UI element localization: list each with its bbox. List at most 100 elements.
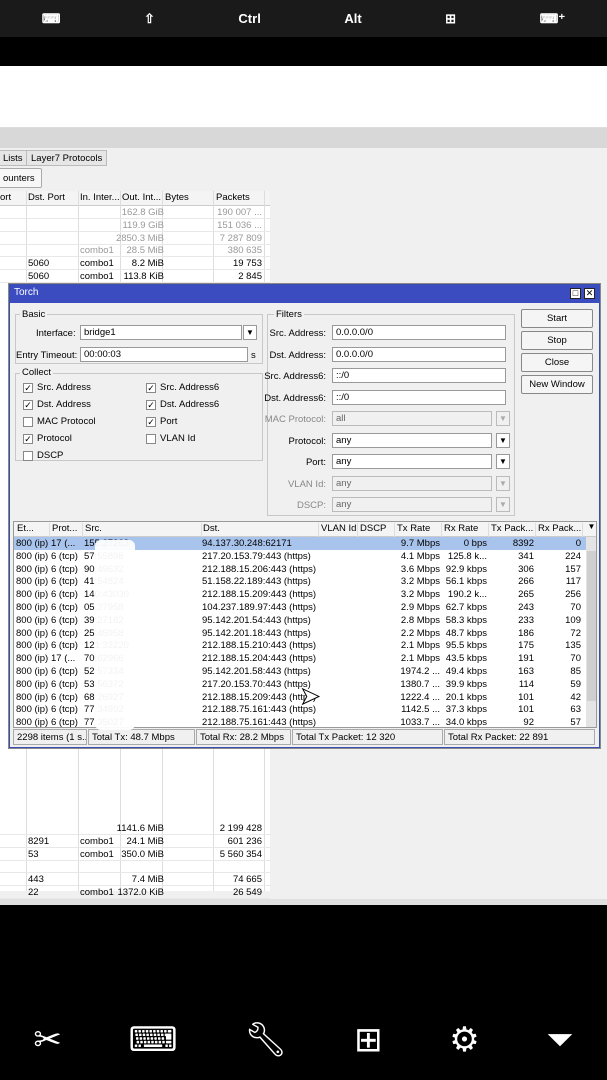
table-row[interactable]: 2850.3 MiB 7 287 809 [0, 232, 270, 245]
col-header-2[interactable]: Src. [84, 523, 202, 537]
cell: 48.7 kbps [445, 627, 487, 639]
keyboard-plus-icon[interactable]: ⌨⁺ [540, 11, 566, 27]
cell-in: combo1 [80, 271, 114, 282]
windows-icon[interactable]: ⊞ [354, 1020, 383, 1060]
col-header[interactable]: Dst. Port [28, 192, 65, 203]
col-header-5[interactable]: DSCP [359, 523, 395, 537]
checkbox-dscp[interactable] [23, 451, 33, 461]
stop-button[interactable]: Stop [521, 331, 593, 350]
cell: 42 [570, 691, 581, 703]
checkbox-protocol[interactable]: ✓ [23, 434, 33, 444]
interface-select[interactable]: bridge1 [80, 325, 242, 340]
cell: 800 (ip) [16, 704, 48, 716]
src6-filter-input[interactable]: ::/0 [332, 368, 506, 383]
cell-dst: 5060 [28, 258, 50, 270]
table-row[interactable] [0, 860, 270, 874]
vertical-scrollbar[interactable] [586, 537, 596, 727]
table-row[interactable]: 5060 combo1 8.2 MiB 19 753 [0, 257, 270, 271]
windows-icon[interactable]: ⊞ [445, 11, 456, 27]
checkbox-port[interactable]: ✓ [146, 417, 156, 427]
col-header-4[interactable]: VLAN Id [320, 523, 358, 537]
reset-counters-button[interactable]: ounters [0, 168, 42, 188]
table-row[interactable]: 1141.6 MiB 2 199 428 [0, 822, 270, 835]
keyboard-icon[interactable]: ⌨ [129, 1020, 178, 1060]
cell-bytes: 24.1 MiB [126, 835, 165, 847]
col-header-3[interactable]: Dst. [202, 523, 319, 537]
cell-bytes: 2850.3 MiB [115, 232, 164, 244]
alt-key[interactable]: Alt [344, 11, 361, 26]
col-header[interactable]: Bytes [165, 192, 189, 203]
cell: 256 [565, 589, 581, 601]
dropdown-arrow-icon[interactable]: ▼ [496, 432, 510, 448]
table-row[interactable]: 119.9 GiB 151 036 ... [0, 219, 270, 232]
tools-lock-icon[interactable]: ✂ [33, 1020, 62, 1060]
dropdown-arrow-icon[interactable]: ▼ [496, 454, 510, 469]
dscp-filter-input[interactable]: any [332, 497, 492, 512]
tab-lists[interactable]: Lists [0, 150, 28, 166]
dropdown-icon[interactable]: ⏷ [546, 1021, 573, 1060]
mac-filter-input[interactable]: all [332, 411, 492, 426]
shift-icon[interactable]: ⇧ [144, 11, 155, 27]
table-row[interactable]: combo1 28.5 MiB 380 635 [0, 244, 270, 258]
table-row[interactable]: 162.8 GiB 190 007 ... [0, 206, 270, 219]
checkbox-dst-address6[interactable]: ✓ [146, 400, 156, 410]
cell: 157 [565, 563, 581, 575]
scrollbar-thumb[interactable] [587, 551, 596, 701]
status-field: Total Rx Packet: 22 891 [444, 729, 595, 745]
dropdown-arrow-icon[interactable]: ▼ [496, 475, 510, 491]
entry-timeout-input[interactable]: 00:00:03 [80, 347, 248, 362]
checkbox-src-address[interactable]: ✓ [23, 383, 33, 393]
close-icon[interactable]: ✕ [584, 288, 595, 299]
checkbox-vlan-id[interactable] [146, 434, 156, 444]
table-row[interactable]: 8291 combo1 24.1 MiB 601 236 [0, 835, 270, 848]
cell-dst: 443 [28, 874, 44, 886]
tab-layer7-protocols[interactable]: Layer7 Protocols [26, 150, 108, 166]
port-filter-input[interactable]: any [332, 454, 492, 469]
close-button[interactable]: Close [521, 353, 593, 372]
wrench-icon[interactable]: 🔧︎ [244, 1020, 287, 1060]
table-row[interactable]: 5060 combo1 113.8 KiB 2 845 [0, 270, 270, 283]
proto-filter-input[interactable]: any [332, 432, 492, 448]
col-header-8[interactable]: Tx Pack... [490, 523, 536, 537]
dst-label: Dst. Address: [269, 349, 327, 361]
table-row[interactable]: 443 7.4 MiB 74 665 [0, 873, 270, 887]
table-row[interactable]: 22 combo1 1372.0 KiB 26 549 [0, 886, 270, 899]
col-header-1[interactable]: Prot... [51, 523, 83, 537]
dropdown-arrow-icon[interactable]: ▼ [243, 325, 257, 340]
checkbox-dst-address[interactable]: ✓ [23, 400, 33, 410]
column-menu-icon[interactable]: ▼ [586, 522, 596, 537]
col-header-6[interactable]: Tx Rate [396, 523, 442, 537]
bottom-toolbar: ✂ ⌨ 🔧︎ ⊞ ⚙ ⏷ [0, 1000, 607, 1080]
cell: 0 bps [463, 538, 487, 549]
col-header[interactable]: In. Inter... [80, 192, 120, 203]
checkbox-mac-protocol[interactable] [23, 417, 33, 427]
dst6-label: Dst. Address6: [264, 392, 326, 404]
col-header-9[interactable]: Rx Pack... [537, 523, 583, 537]
cell-in: combo1 [80, 835, 114, 847]
cell: 62.7 kbps [445, 602, 487, 613]
col-header[interactable]: Out. Int... [122, 192, 161, 203]
dropdown-arrow-icon[interactable]: ▼ [496, 411, 510, 426]
ctrl-key[interactable]: Ctrl [238, 11, 260, 26]
vlan-filter-input[interactable]: any [332, 475, 492, 491]
dst-filter-input[interactable]: 0.0.0.0/0 [332, 346, 506, 362]
torch-title-bar[interactable]: Torch [10, 285, 599, 303]
start-button[interactable]: Start [521, 309, 593, 328]
col-header-7[interactable]: Rx Rate [443, 523, 489, 537]
table-row[interactable]: 53 combo1 350.0 MiB 5 560 354 [0, 848, 270, 861]
cell: 117 [565, 576, 581, 588]
cell: 6 (tcp) [51, 563, 78, 575]
src-filter-input[interactable]: 0.0.0.0/0 [332, 325, 506, 340]
cell: 2.2 Mbps [400, 627, 440, 639]
col-header[interactable]: Packets [216, 192, 250, 203]
dropdown-arrow-icon[interactable]: ▼ [496, 497, 510, 512]
cell: 6 (tcp) [51, 576, 78, 588]
checkbox-src-address6[interactable]: ✓ [146, 383, 156, 393]
maximize-icon[interactable]: □ [570, 288, 581, 299]
keyboard-icon[interactable]: ⌨ [42, 11, 61, 27]
new-window-button[interactable]: New Window [521, 375, 593, 394]
dst6-filter-input[interactable]: ::/0 [332, 389, 506, 405]
cell-bytes: 1141.6 MiB [116, 823, 164, 834]
gear-icon[interactable]: ⚙ [449, 1020, 479, 1060]
col-header-0[interactable]: Et... [16, 523, 50, 537]
